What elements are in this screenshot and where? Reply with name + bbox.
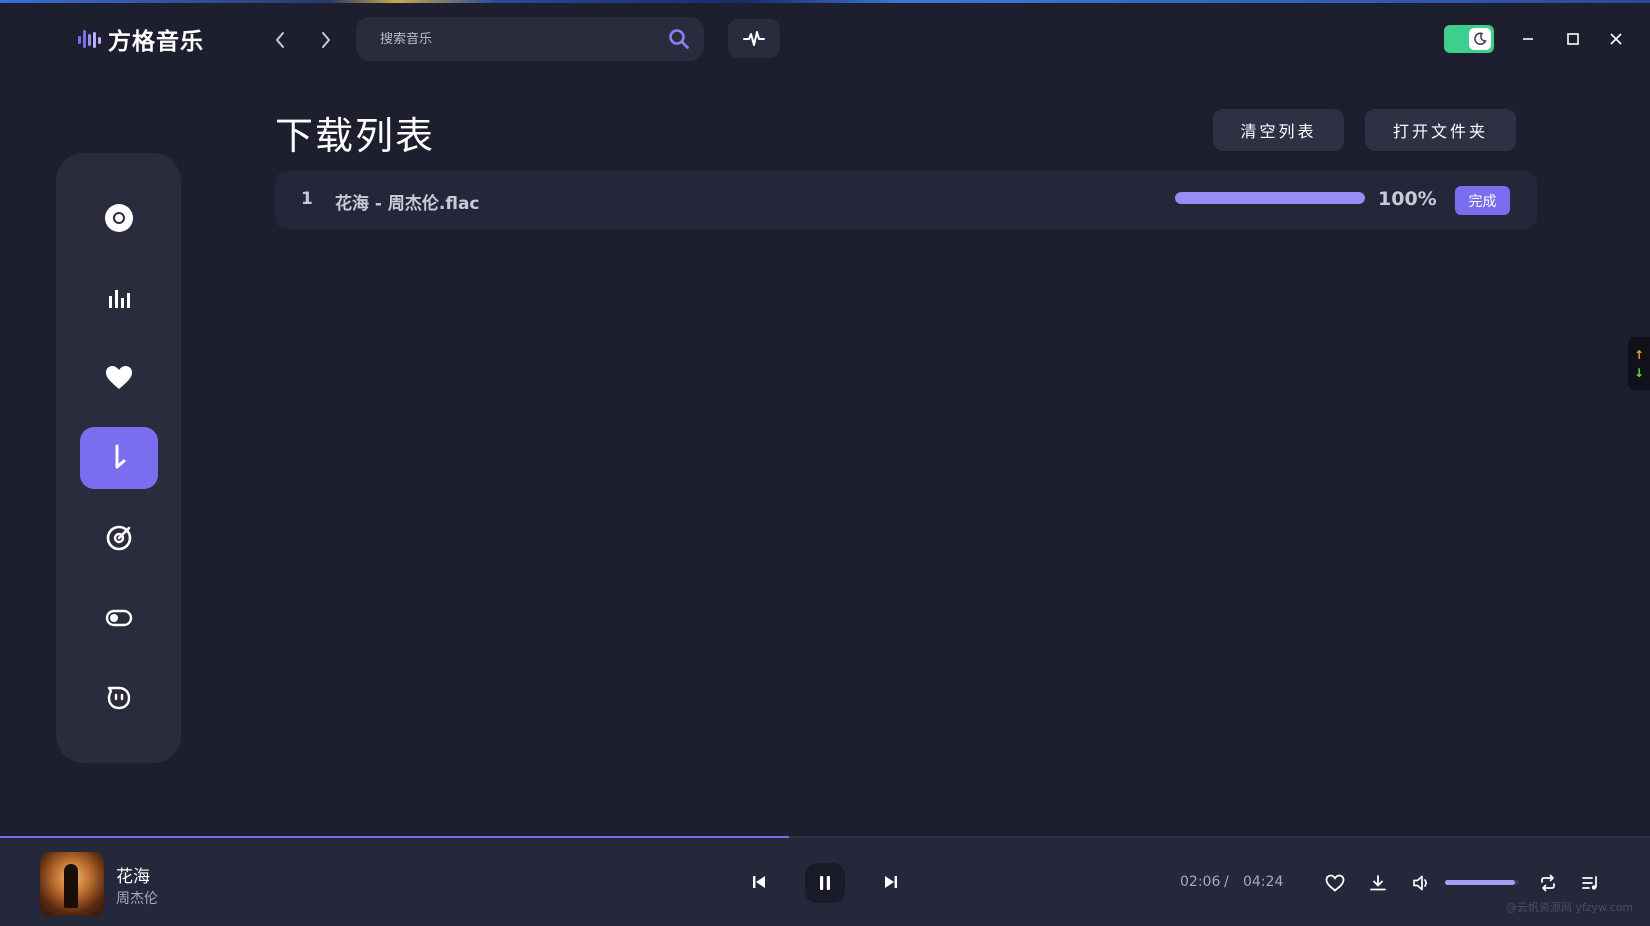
volume-icon [1413, 875, 1427, 891]
skip-next-icon [885, 876, 897, 888]
volume-button[interactable] [1410, 871, 1434, 895]
status-badge: 完成 [1455, 186, 1510, 215]
watermark: @云帆资源网 yfzyw.com [1506, 901, 1634, 914]
sidebar-item-charts[interactable] [80, 267, 158, 329]
player-bar: 花海 周杰伦 02:06 / 04:24 [0, 838, 1650, 926]
sidebar-item-settings[interactable] [80, 587, 158, 649]
forward-button[interactable] [314, 28, 338, 52]
download-tray-icon [1370, 875, 1386, 891]
pulse-icon [743, 30, 765, 46]
chevron-right-icon [322, 32, 330, 48]
pause-button[interactable] [805, 863, 845, 903]
pause-icon [820, 876, 830, 890]
sound-wave-button[interactable] [728, 19, 780, 58]
song-artist: 周杰伦 [116, 891, 158, 907]
bar-chart-icon [109, 290, 130, 308]
sidebar [56, 153, 181, 763]
app-logo: 方格音乐 [76, 22, 204, 56]
album-cover[interactable] [40, 852, 104, 916]
title-bar: 方格音乐 [0, 0, 1650, 80]
total-time: 04:24 [1243, 874, 1284, 890]
target-icon [106, 525, 132, 551]
maximize-button[interactable] [1560, 26, 1586, 52]
download-filename: 花海 - 周杰伦.flac [335, 194, 480, 214]
current-time: 02:06 [1180, 874, 1221, 890]
clear-list-button[interactable]: 清空列表 [1213, 109, 1344, 151]
logo-icon [78, 30, 101, 48]
playlist-button[interactable] [1579, 871, 1603, 895]
toggle-icon [105, 609, 133, 627]
disc-icon [105, 204, 133, 232]
sidebar-item-downloads[interactable] [80, 427, 158, 489]
sidebar-item-favorites[interactable] [80, 347, 158, 409]
maximize-icon [1567, 33, 1579, 45]
back-button[interactable] [268, 28, 292, 52]
previous-button[interactable] [748, 871, 770, 893]
minimize-button[interactable] [1515, 26, 1541, 52]
floating-speed-tab[interactable]: ↑ ↓ [1628, 337, 1650, 390]
download-index: 1 [301, 189, 313, 209]
page-title: 下载列表 [275, 114, 436, 158]
search-box [356, 17, 704, 61]
volume-slider[interactable] [1445, 880, 1519, 885]
time-separator: / [1224, 874, 1229, 890]
sidebar-item-discover[interactable] [80, 187, 158, 249]
sidebar-item-radar[interactable] [80, 507, 158, 569]
playlist-icon [1582, 876, 1597, 890]
heart-icon [106, 366, 132, 389]
skip-previous-icon [753, 876, 765, 888]
theme-toggle[interactable] [1444, 25, 1494, 53]
loop-mode-button[interactable] [1536, 871, 1560, 895]
arrow-up-icon: ↑ [1633, 347, 1645, 362]
open-folder-button[interactable]: 打开文件夹 [1365, 109, 1516, 151]
download-row[interactable]: 1 花海 - 周杰伦.flac 100% 完成 [275, 171, 1537, 229]
moon-icon [1469, 28, 1491, 50]
album-cover-figure [64, 864, 78, 908]
app-name: 方格音乐 [108, 29, 204, 55]
chat-icon [107, 686, 131, 710]
next-button[interactable] [880, 871, 902, 893]
chevron-left-icon [276, 32, 284, 48]
sidebar-item-feedback[interactable] [80, 667, 158, 729]
minimize-icon [1523, 38, 1533, 40]
download-progress-bar [1175, 192, 1365, 204]
top-stripe [0, 0, 1650, 3]
arrow-down-icon: ↓ [1633, 365, 1645, 380]
close-button[interactable] [1603, 26, 1629, 52]
repeat-icon [1541, 874, 1555, 892]
song-title: 花海 [116, 867, 150, 887]
volume-slider-fill [1445, 880, 1516, 885]
search-icon[interactable] [668, 28, 690, 50]
heart-outline-icon [1325, 874, 1345, 892]
download-percent: 100% [1378, 188, 1437, 210]
close-icon [1610, 33, 1622, 45]
download-progress-fill [1175, 192, 1365, 204]
download-song-button[interactable] [1366, 871, 1390, 895]
like-button[interactable] [1323, 871, 1347, 895]
search-input[interactable] [380, 31, 668, 47]
download-icon [115, 444, 126, 469]
